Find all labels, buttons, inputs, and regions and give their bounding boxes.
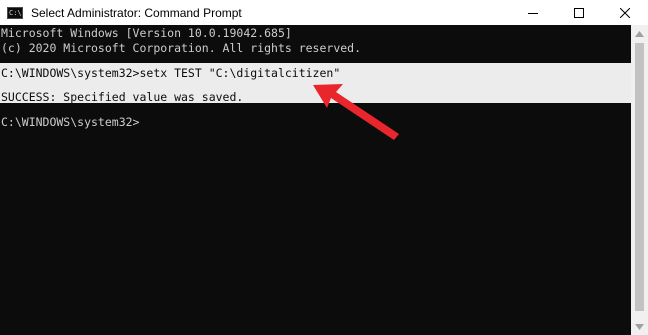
- console-line-command: C:\WINDOWS\system32>setx TEST "C:\digita…: [1, 66, 341, 80]
- scrollbar-thumb[interactable]: [635, 43, 644, 311]
- chevron-down-icon: [635, 323, 644, 330]
- console-line: (c) 2020 Microsoft Corporation. All righ…: [1, 41, 362, 55]
- command-prompt-window: C:\ Select Administrator: Command Prompt: [0, 0, 648, 335]
- close-button[interactable]: [602, 0, 648, 25]
- caption-buttons: [510, 0, 648, 25]
- title-bar[interactable]: C:\ Select Administrator: Command Prompt: [0, 0, 648, 25]
- minimize-icon: [528, 12, 538, 14]
- console-line-prompt: C:\WINDOWS\system32>: [1, 115, 140, 129]
- scroll-up-button[interactable]: [631, 25, 648, 42]
- scroll-down-button[interactable]: [631, 318, 648, 335]
- vertical-scrollbar[interactable]: [631, 25, 648, 335]
- window-title: Select Administrator: Command Prompt: [31, 5, 242, 20]
- chevron-up-icon: [635, 30, 644, 37]
- cmd-app-icon[interactable]: C:\: [7, 6, 23, 19]
- console-line: Microsoft Windows [Version 10.0.19042.68…: [1, 26, 292, 40]
- console-line-success: SUCCESS: Specified value was saved.: [1, 90, 244, 104]
- maximize-button[interactable]: [556, 0, 602, 25]
- minimize-button[interactable]: [510, 0, 556, 25]
- console-output[interactable]: Microsoft Windows [Version 10.0.19042.68…: [0, 25, 631, 335]
- maximize-icon: [574, 7, 584, 18]
- close-icon: [620, 7, 630, 18]
